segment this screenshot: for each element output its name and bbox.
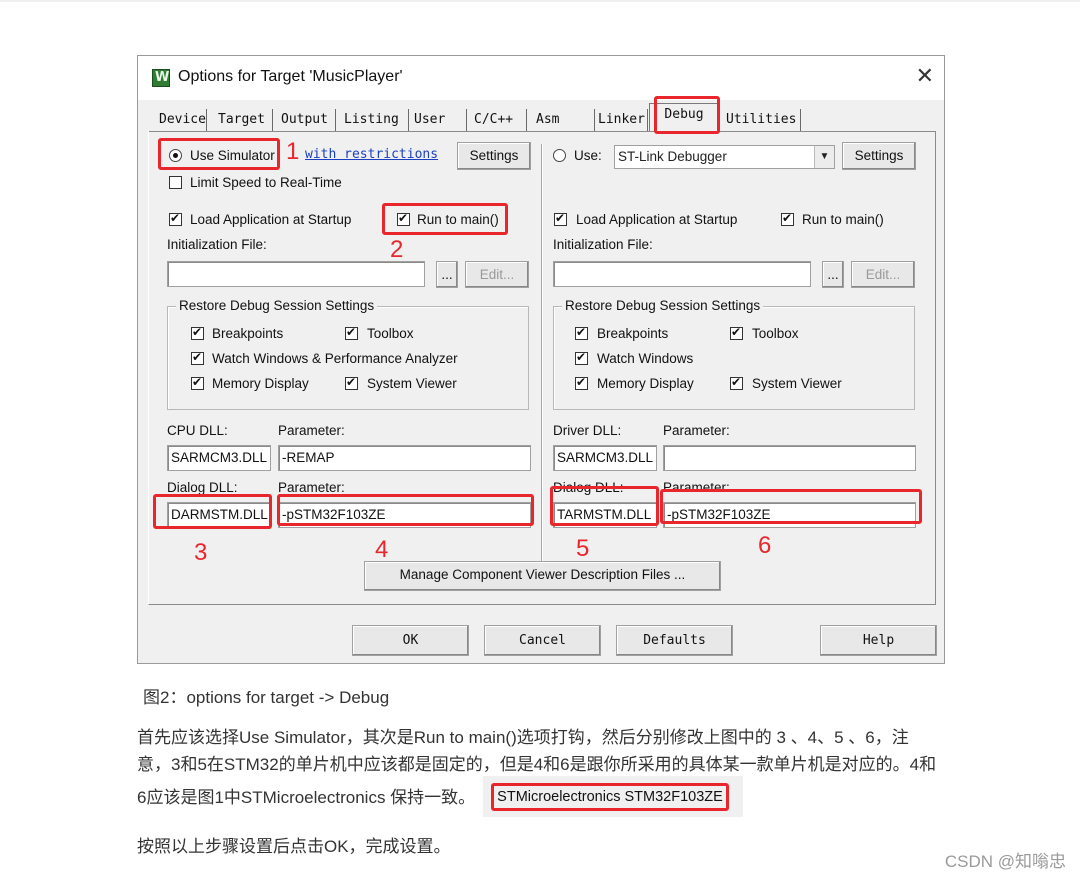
tab-asm[interactable]: Asm [531,109,595,131]
edit-button-left[interactable]: Edit... [465,261,529,288]
simulator-settings-button[interactable]: Settings [457,142,531,170]
watch-windows-checkbox-right[interactable] [575,350,588,365]
debugger-settings-button[interactable]: Settings [842,142,916,170]
restore-settings-title-right: Restore Debug Session Settings [562,298,764,314]
article-conclusion: 按照以上步骤设置后点击OK，完成设置。 [137,837,451,856]
figure-caption: 图2：options for target -> Debug [143,688,390,707]
tab-device[interactable]: Device [154,109,207,131]
init-file-input-right[interactable] [553,261,811,287]
annotation-box-5 [550,486,659,526]
with-restrictions-link[interactable]: with restrictions [305,147,438,162]
tab-linker[interactable]: Linker [593,109,648,131]
init-file-input-left[interactable] [167,261,425,287]
annotation-number-1: 1 [286,138,300,165]
inline-screenshot-text: STMicroelectronics STM32F103ZE [491,783,729,811]
memory-display-label-right: Memory Display [597,376,694,391]
close-icon[interactable]: ✕ [916,65,934,87]
use-debugger-radio[interactable] [553,149,566,162]
run-to-main-label-right: Run to main() [802,212,884,227]
help-button[interactable]: Help [820,625,937,656]
defaults-button[interactable]: Defaults [616,625,733,656]
system-viewer-checkbox-right[interactable] [730,375,743,390]
toolbox-checkbox-left[interactable] [345,325,358,340]
init-file-label-right: Initialization File: [553,237,653,252]
system-viewer-label-left: System Viewer [367,376,457,391]
load-app-label-right: Load Application at Startup [576,212,738,227]
limit-speed-checkbox[interactable] [169,176,182,189]
watch-windows-label-left: Watch Windows & Performance Analyzer [212,351,458,366]
cpu-dll-label: CPU DLL: [167,423,228,438]
load-app-label-left: Load Application at Startup [190,212,352,227]
load-app-checkbox-right[interactable] [554,211,567,226]
inline-screenshot: STMicroelectronics STM32F103ZE [483,776,743,817]
init-file-label-left: Initialization File: [167,237,267,252]
csdn-watermark: CSDN @知嗡忠 [944,852,1066,871]
cpu-dll-field[interactable]: SARMCM3.DLL [167,445,271,471]
driver-dll-field[interactable]: SARMCM3.DLL [553,445,657,471]
article-paragraph: 首先应该选择Use Simulator，其次是Run to main()选项打钩… [137,724,937,819]
annotation-box-debug-tab [654,96,720,134]
breakpoints-checkbox-left[interactable] [191,325,204,340]
memory-display-checkbox-left[interactable] [191,375,204,390]
top-divider [0,0,1080,2]
tab-utilities[interactable]: Utilities [721,109,801,131]
annotation-box-6 [660,489,922,524]
restore-settings-title-left: Restore Debug Session Settings [176,298,378,314]
debugger-select-value: ST-Link Debugger [618,149,727,164]
load-app-checkbox-left[interactable] [169,211,182,226]
system-viewer-checkbox-left[interactable] [345,375,358,390]
cpu-param-field[interactable]: -REMAP [278,445,531,471]
browse-button-right[interactable]: ... [822,261,844,288]
annotation-box-1 [158,138,280,170]
manage-component-viewer-button[interactable]: Manage Component Viewer Description File… [364,561,721,591]
title-bar: Options for Target 'MusicPlayer' ✕ [138,56,944,100]
tab-user[interactable]: User [409,109,467,131]
edit-button-right[interactable]: Edit... [851,261,915,288]
annotation-number-5: 5 [576,535,590,562]
annotation-number-3: 3 [194,539,208,566]
chevron-down-icon[interactable]: ▼ [814,146,834,168]
run-to-main-checkbox-right[interactable] [781,211,794,226]
annotation-box-2 [382,203,508,235]
toolbox-label-left: Toolbox [367,326,414,341]
breakpoints-label-right: Breakpoints [597,326,669,341]
breakpoints-checkbox-right[interactable] [575,325,588,340]
tab-output[interactable]: Output [276,109,336,131]
memory-display-checkbox-right[interactable] [575,375,588,390]
driver-dll-label: Driver DLL: [553,423,622,438]
annotation-box-4 [277,494,534,526]
system-viewer-label-right: System Viewer [752,376,842,391]
browse-button-left[interactable]: ... [436,261,458,288]
driver-param-field[interactable] [663,445,916,471]
ok-button[interactable]: OK [352,625,469,656]
driver-param-label: Parameter: [663,423,730,438]
panel-divider [541,144,543,584]
memory-display-label-left: Memory Display [212,376,309,391]
cancel-button[interactable]: Cancel [484,625,601,656]
tab-target[interactable]: Target [213,109,273,131]
watch-windows-checkbox-left[interactable] [191,350,204,365]
limit-speed-label: Limit Speed to Real-Time [190,175,342,190]
debugger-select[interactable]: ST-Link Debugger ▼ [614,145,835,169]
toolbox-checkbox-right[interactable] [730,325,743,340]
dialog-title: Options for Target 'MusicPlayer' [178,68,403,85]
app-icon [152,69,170,87]
annotation-box-3 [153,494,272,529]
use-label: Use: [574,148,602,163]
cpu-param-label: Parameter: [278,423,345,438]
tab-listing[interactable]: Listing [339,109,409,131]
annotation-number-2: 2 [390,236,404,263]
tab-cpp[interactable]: C/C++ [469,109,527,131]
toolbox-label-right: Toolbox [752,326,799,341]
annotation-number-4: 4 [375,536,389,563]
watch-windows-label-right: Watch Windows [597,351,694,366]
annotation-number-6: 6 [758,532,772,559]
breakpoints-label-left: Breakpoints [212,326,284,341]
